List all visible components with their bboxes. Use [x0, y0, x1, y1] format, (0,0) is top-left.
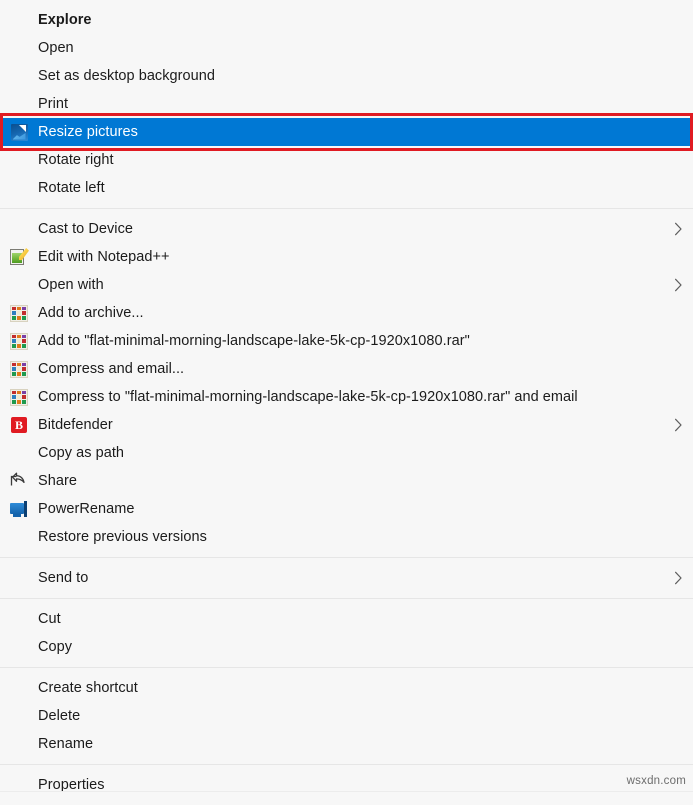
winrar-icon	[0, 327, 38, 355]
powerrename-icon	[0, 495, 38, 523]
winrar-icon-glyph	[10, 360, 28, 378]
menu-item-label: Restore previous versions	[38, 529, 207, 545]
menu-item-label: Cast to Device	[38, 221, 133, 237]
menu-item-label: Add to archive...	[38, 305, 144, 321]
menu-item-label: Compress and email...	[38, 361, 185, 377]
image-resize-icon-glyph	[10, 123, 28, 141]
bitdefender-icon-glyph: B	[11, 417, 27, 433]
icon-slot-empty	[0, 771, 38, 799]
icon-slot-empty	[0, 523, 38, 551]
menu-item-label: Set as desktop background	[38, 68, 215, 84]
menu-item-label: Print	[38, 96, 69, 112]
bitdefender-icon: B	[0, 411, 38, 439]
menu-item-label: Cut	[38, 611, 61, 627]
context-menu-items: Explore Open Set as desktop background Prin…	[0, 0, 693, 805]
powerrename-icon-glyph	[10, 501, 28, 517]
icon-slot-empty	[0, 674, 38, 702]
menu-item-edit-with-notepad[interactable]: Edit with Notepad++	[0, 243, 693, 271]
menu-item-add-to-flat-minimal-morning-landscape-lake-5k-cp[interactable]: Add to "flat-minimal-morning-landscape-l…	[0, 327, 693, 355]
icon-slot-empty	[0, 605, 38, 633]
icon-slot-empty	[0, 34, 38, 62]
winrar-icon	[0, 299, 38, 327]
menu-item-copy[interactable]: Copy	[0, 633, 693, 661]
chevron-right-icon	[663, 418, 693, 432]
winrar-icon-glyph	[10, 304, 28, 322]
menu-item-label: Rotate left	[38, 180, 105, 196]
file-context-menu: Explore Open Set as desktop background Prin…	[0, 0, 693, 793]
icon-slot-empty	[0, 271, 38, 299]
menu-item-rename[interactable]: Rename	[0, 730, 693, 758]
menu-item-cast-to-device[interactable]: Cast to Device	[0, 215, 693, 243]
winrar-icon	[0, 355, 38, 383]
menu-item-label: Compress to "flat-minimal-morning-landsc…	[38, 389, 578, 405]
menu-item-create-shortcut[interactable]: Create shortcut	[0, 674, 693, 702]
menu-item-label: Copy	[38, 639, 73, 655]
menu-item-compress-and-email[interactable]: Compress and email...	[0, 355, 693, 383]
winrar-icon-glyph	[10, 332, 28, 350]
winrar-icon-glyph	[10, 388, 28, 406]
winrar-icon	[0, 383, 38, 411]
menu-item-label: PowerRename	[38, 501, 135, 517]
icon-slot-empty	[0, 730, 38, 758]
menu-item-label: Delete	[38, 708, 81, 724]
menu-item-label: Explore	[38, 12, 92, 28]
icon-slot-empty	[0, 633, 38, 661]
icon-slot-empty	[0, 702, 38, 730]
menu-item-open[interactable]: Open	[0, 34, 693, 62]
icon-slot-empty	[0, 174, 38, 202]
menu-item-delete[interactable]: Delete	[0, 702, 693, 730]
menu-item-label: Resize pictures	[38, 124, 138, 140]
chevron-right-icon	[663, 222, 693, 236]
menu-item-label: Rename	[38, 736, 94, 752]
icon-slot-empty	[0, 62, 38, 90]
icon-slot-empty	[0, 439, 38, 467]
menu-item-label: Rotate right	[38, 152, 114, 168]
menu-item-restore-previous-versions[interactable]: Restore previous versions	[0, 523, 693, 551]
menu-item-copy-as-path[interactable]: Copy as path	[0, 439, 693, 467]
menu-item-set-as-desktop-background[interactable]: Set as desktop background	[0, 62, 693, 90]
menu-item-cut[interactable]: Cut	[0, 605, 693, 633]
menu-item-label: Edit with Notepad++	[38, 249, 170, 265]
watermark: wsxdn.com	[626, 775, 686, 787]
menu-item-label: Open with	[38, 277, 104, 293]
menu-item-label: Copy as path	[38, 445, 125, 461]
icon-slot-empty	[0, 146, 38, 174]
menu-item-label: Share	[38, 473, 77, 489]
menu-item-label: Properties	[38, 777, 105, 793]
menu-item-rotate-right[interactable]: Rotate right	[0, 146, 693, 174]
menu-item-properties[interactable]: Properties	[0, 771, 693, 799]
menu-item-label: Open	[38, 40, 74, 56]
menu-group-end-spacer	[0, 799, 693, 805]
menu-item-compress-to-flat-minimal-morning-landscape-lake-[interactable]: Compress to "flat-minimal-morning-landsc…	[0, 383, 693, 411]
menu-item-bitdefender[interactable]: B Bitdefender	[0, 411, 693, 439]
notepad-plus-plus-icon	[0, 243, 38, 271]
menu-item-explore[interactable]: Explore	[0, 6, 693, 34]
notepad-plus-plus-icon-glyph	[10, 248, 29, 266]
chevron-right-icon	[663, 278, 693, 292]
menu-item-label: Add to "flat-minimal-morning-landscape-l…	[38, 333, 470, 349]
menu-item-label: Bitdefender	[38, 417, 113, 433]
menu-item-share[interactable]: Share	[0, 467, 693, 495]
menu-item-label: Create shortcut	[38, 680, 138, 696]
share-icon	[0, 467, 38, 495]
icon-slot-empty	[0, 6, 38, 34]
menu-item-rotate-left[interactable]: Rotate left	[0, 174, 693, 202]
image-resize-icon	[0, 118, 38, 146]
menu-item-resize-pictures[interactable]: Resize pictures	[0, 118, 693, 146]
menu-item-label: Send to	[38, 570, 89, 586]
menu-item-powerrename[interactable]: PowerRename	[0, 495, 693, 523]
chevron-right-icon	[663, 571, 693, 585]
menu-item-add-to-archive[interactable]: Add to archive...	[0, 299, 693, 327]
menu-item-print[interactable]: Print	[0, 90, 693, 118]
icon-slot-empty	[0, 90, 38, 118]
icon-slot-empty	[0, 564, 38, 592]
icon-slot-empty	[0, 215, 38, 243]
share-icon-glyph	[10, 471, 28, 491]
menu-item-send-to[interactable]: Send to	[0, 564, 693, 592]
menu-item-open-with[interactable]: Open with	[0, 271, 693, 299]
